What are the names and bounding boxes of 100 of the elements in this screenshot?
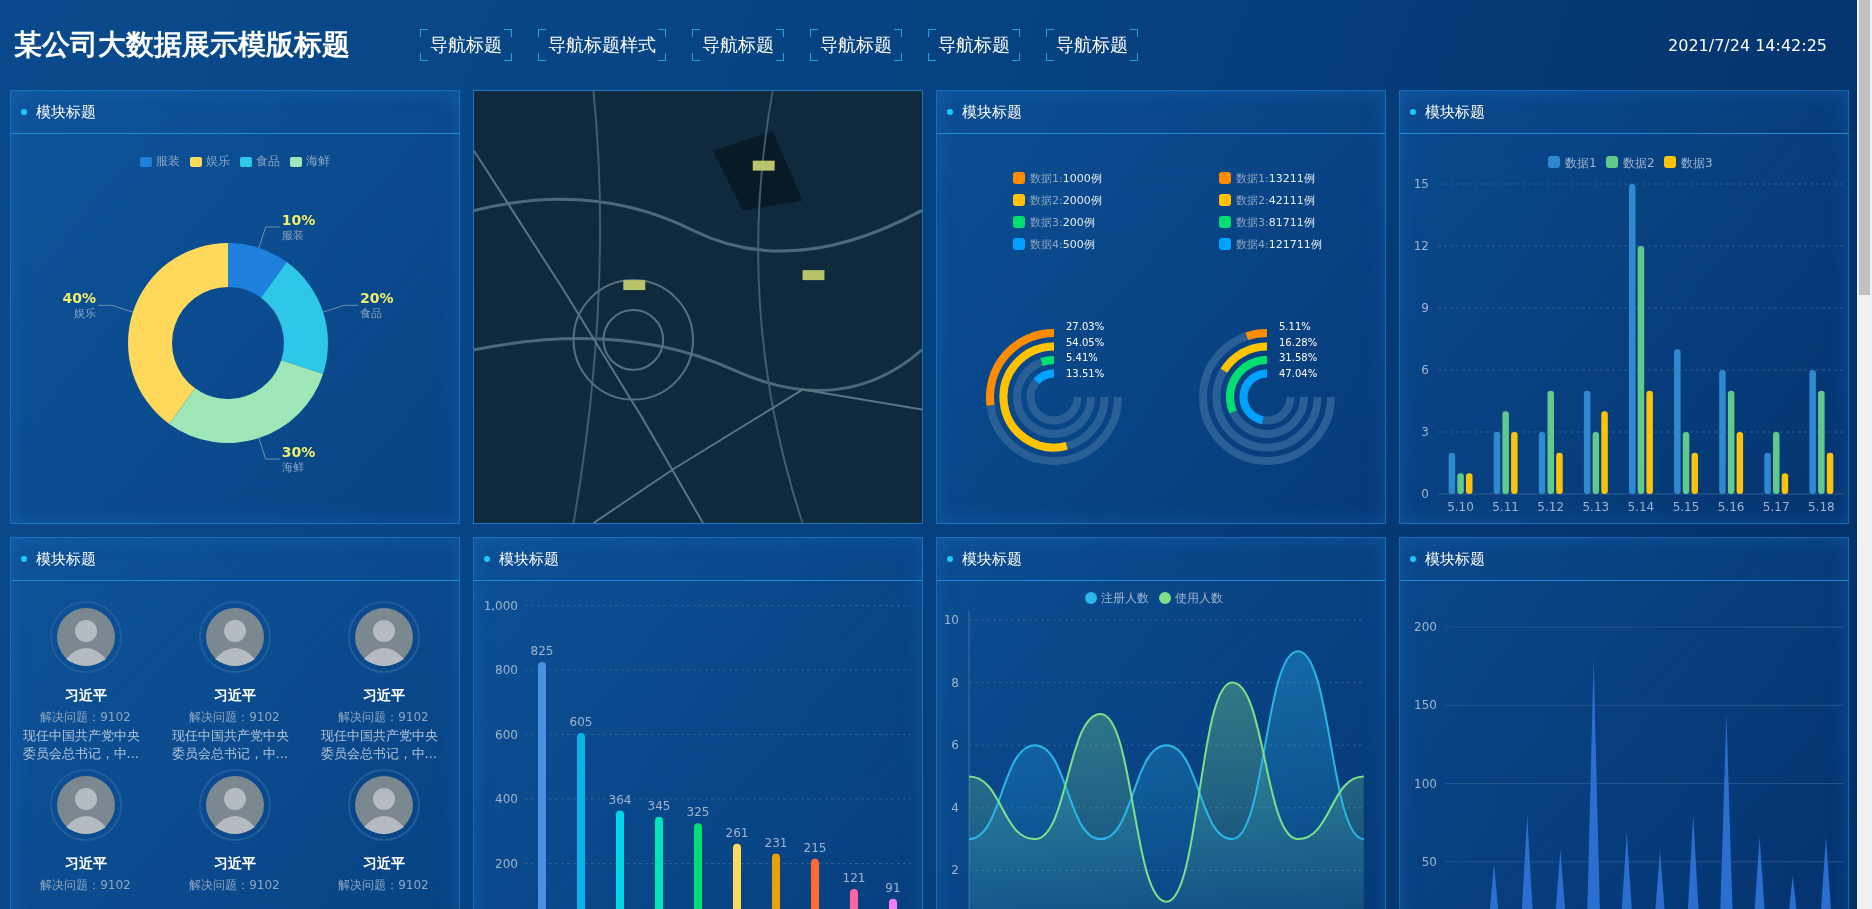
axis-label: 15	[1413, 177, 1429, 191]
legend-label: 数据2:	[1030, 192, 1063, 208]
axis-label: 5.13	[1582, 500, 1610, 514]
legend-label: 数据4:	[1030, 236, 1063, 252]
axis-label: 10	[943, 613, 959, 627]
legend-label: 数据1:	[1236, 170, 1269, 186]
legend-label: 食品	[256, 153, 280, 170]
category-label: 服装	[281, 228, 304, 242]
axis-label: 200	[1414, 620, 1437, 634]
axis-label: 200	[495, 856, 518, 871]
panel-title: 模块标题	[962, 102, 1022, 122]
value-label: 261	[725, 825, 749, 840]
legend-label: 数据4:	[1236, 236, 1269, 252]
value-label: 825	[530, 643, 554, 658]
legend-label: 注册人数	[1101, 591, 1149, 605]
axis-label: 6	[1421, 363, 1429, 377]
category-label: 海鲜	[281, 461, 304, 475]
axis-label: 1,000	[483, 598, 518, 613]
legend-value: 121711例	[1268, 236, 1322, 252]
axis-label: 100	[1414, 776, 1437, 791]
percent-label: 5.41%	[1066, 352, 1098, 363]
axis-label: 3	[1421, 425, 1429, 439]
axis-label: 5.16	[1717, 500, 1745, 514]
percent-label: 47.04%	[1279, 367, 1318, 379]
value-label: 605	[569, 714, 593, 729]
value-label: 364	[608, 792, 632, 807]
legend-value: 2000例	[1062, 192, 1102, 208]
person-stat: 解决问题：9102	[338, 709, 429, 726]
value-label: 345	[647, 798, 671, 813]
person-name: 习近平	[64, 687, 107, 705]
percent-label: 31.58%	[1279, 352, 1318, 363]
axis-label: 4	[951, 800, 959, 815]
value-label: 231	[764, 835, 788, 850]
percent-label: 54.05%	[1066, 336, 1105, 348]
axis-label: 5.18	[1807, 500, 1835, 514]
legend-label: 数据3:	[1030, 214, 1063, 230]
category-label: 娱乐	[73, 307, 96, 321]
axis-label: 9	[1421, 301, 1429, 315]
legend-label: 数据2	[1623, 156, 1655, 170]
axis-label: 5.15	[1672, 500, 1700, 514]
axis-label: 12	[1413, 239, 1429, 253]
legend-value: 13211例	[1268, 170, 1315, 186]
percent-label: 30%	[281, 444, 316, 461]
legend-label: 海鲜	[306, 153, 330, 170]
legend-label: 数据1	[1565, 156, 1597, 170]
axis-label: 600	[495, 727, 518, 742]
person-description: 现任中国共产党中央委员会总书记，中...	[320, 727, 439, 763]
panel-title: 模块标题	[36, 549, 96, 569]
person-stat: 解决问题：9102	[189, 709, 280, 726]
axis-label: 5.11	[1492, 500, 1519, 514]
value-label: 325	[686, 805, 710, 820]
percent-label: 27.03%	[1066, 321, 1105, 332]
legend-label: 使用人数	[1175, 591, 1223, 605]
person-description: 现任中国共产党中央委员会总书记，中...	[22, 727, 141, 763]
person-description: 现任中国共产党中央委员会总书记，中...	[171, 727, 290, 763]
panel-title: 模块标题	[36, 102, 96, 122]
percent-label: 5.11%	[1279, 321, 1311, 332]
percent-label: 10%	[281, 211, 316, 228]
axis-label: 0	[1421, 487, 1429, 501]
legend-label: 服装	[156, 153, 180, 170]
axis-label: 5.10	[1447, 500, 1474, 514]
legend-value: 42111例	[1268, 192, 1315, 208]
person-name: 习近平	[213, 855, 256, 873]
axis-label: 150	[1414, 698, 1437, 713]
percent-label: 40%	[62, 290, 96, 307]
axis-label: 8	[951, 675, 959, 690]
person-stat: 解决问题：9102	[40, 877, 131, 894]
legend-value: 1000例	[1062, 170, 1102, 186]
panel-title: 模块标题	[499, 549, 559, 569]
person-stat: 解决问题：9102	[40, 709, 131, 726]
value-label: 121	[842, 871, 866, 885]
person-name: 习近平	[362, 687, 405, 705]
person-name: 习近平	[213, 687, 256, 705]
legend-label: 数据1:	[1030, 170, 1063, 186]
percent-label: 13.51%	[1066, 367, 1105, 379]
person-stat: 解决问题：9102	[338, 877, 429, 894]
dashboard-title: 某公司大数据展示模版标题	[14, 27, 351, 63]
value-label: 215	[803, 840, 827, 855]
legend-label: 数据2:	[1236, 192, 1269, 208]
axis-label: 50	[1421, 854, 1437, 869]
axis-label: 800	[495, 663, 518, 677]
legend-label: 数据3:	[1236, 214, 1269, 230]
legend-label: 数据3	[1681, 156, 1713, 170]
axis-label: 5.14	[1627, 500, 1655, 514]
legend-value: 81711例	[1268, 214, 1315, 230]
legend-label: 娱乐	[206, 153, 230, 170]
percent-label: 16.28%	[1279, 336, 1318, 348]
legend-value: 500例	[1062, 236, 1095, 252]
axis-label: 5.12	[1537, 500, 1565, 514]
panel-title: 模块标题	[1425, 102, 1485, 122]
panel-title: 模块标题	[962, 549, 1022, 569]
panel-title: 模块标题	[1425, 549, 1485, 569]
axis-label: 6	[951, 738, 959, 753]
axis-label: 400	[495, 792, 518, 806]
axis-label: 2	[951, 863, 959, 878]
datetime: 2021/7/24 14:42:25	[1668, 35, 1827, 55]
value-label: 91	[885, 880, 901, 895]
category-label: 食品	[360, 307, 383, 321]
person-stat: 解决问题：9102	[189, 877, 280, 894]
person-name: 习近平	[64, 855, 107, 873]
